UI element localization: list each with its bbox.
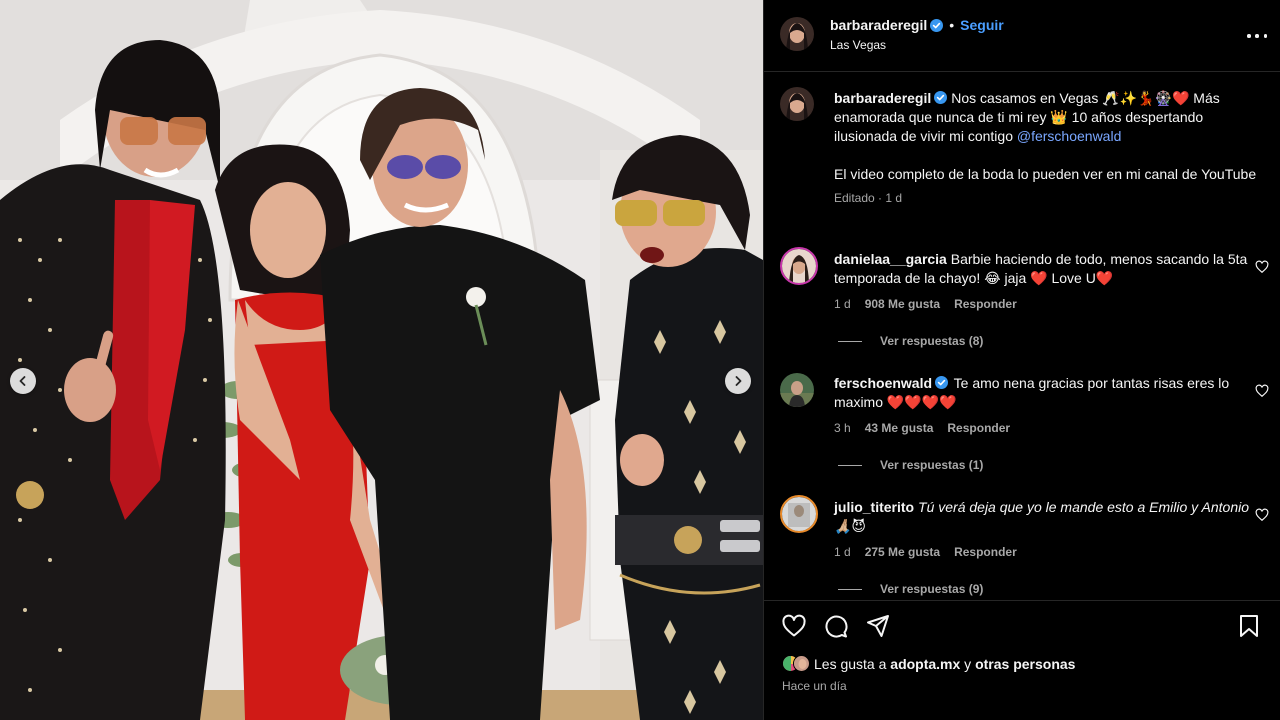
- comment-time[interactable]: 1 d: [834, 297, 851, 311]
- post-location[interactable]: Las Vegas: [830, 38, 886, 52]
- caption-mention-link[interactable]: @ferschoenwald: [1017, 128, 1122, 144]
- comment-meta: 1 d 908 Me gusta Responder: [834, 297, 1017, 311]
- dot-icon: [1255, 34, 1259, 38]
- save-button[interactable]: [1236, 613, 1262, 639]
- verified-badge-icon: [930, 18, 944, 32]
- view-replies-button[interactable]: Ver respuestas (9): [838, 582, 983, 596]
- caption-username[interactable]: barbaraderegil: [834, 90, 931, 106]
- view-replies-label: Ver respuestas (1): [880, 458, 984, 472]
- post-header: barbaraderegil • Seguir Las Vegas: [764, 0, 1280, 72]
- comment-meta: 1 d 275 Me gusta Responder: [834, 545, 1017, 559]
- comment-like-icon[interactable]: [1255, 260, 1269, 274]
- likes-mid: y: [960, 655, 976, 672]
- commenter-avatar[interactable]: [780, 495, 818, 533]
- like-button[interactable]: [781, 613, 807, 639]
- comment-like-icon[interactable]: [1255, 508, 1269, 522]
- comment-like-icon[interactable]: [1255, 384, 1269, 398]
- caption-avatar[interactable]: [780, 87, 814, 121]
- likes-prefix: Les gusta a: [814, 655, 891, 672]
- verified-badge-icon: [935, 376, 949, 389]
- carousel-next-button[interactable]: [725, 368, 751, 394]
- view-replies-label: Ver respuestas (9): [880, 582, 984, 596]
- chevron-right-icon: [735, 376, 742, 386]
- view-replies-button[interactable]: Ver respuestas (8): [838, 334, 983, 348]
- comment-time[interactable]: 1 d: [834, 545, 851, 559]
- caption-text-2: El video completo de la boda lo pueden v…: [834, 166, 1257, 182]
- commenter-avatar[interactable]: [780, 247, 818, 285]
- reply-button[interactable]: Responder: [954, 297, 1017, 311]
- caption-time[interactable]: 1 d: [885, 191, 902, 205]
- bookmark-icon: [1240, 615, 1258, 637]
- verified-badge-icon: [934, 91, 948, 104]
- follow-button[interactable]: Seguir: [960, 17, 1004, 33]
- view-replies-button[interactable]: Ver respuestas (1): [838, 458, 983, 472]
- more-options-button[interactable]: [1247, 26, 1267, 46]
- wedding-photo: [0, 0, 763, 720]
- post-age[interactable]: Hace un día: [782, 679, 847, 693]
- dot-icon: [1263, 34, 1267, 38]
- post-actions: Les gusta a adopta.mx y otras personas H…: [764, 600, 1280, 720]
- comment-text: ferschoenwald Te amo nena gracias por ta…: [834, 374, 1254, 412]
- likes-text[interactable]: Les gusta a adopta.mx y otras personas: [814, 656, 1075, 672]
- carousel-prev-button[interactable]: [10, 368, 36, 394]
- share-icon: [867, 615, 889, 637]
- likes-summary: Les gusta a adopta.mx y otras personas: [782, 655, 1075, 672]
- meta-separator: ·: [874, 191, 886, 205]
- post-photo[interactable]: [0, 0, 763, 720]
- view-replies-label: Ver respuestas (8): [880, 334, 984, 348]
- comment-likes[interactable]: 43 Me gusta: [865, 421, 934, 435]
- reply-button[interactable]: Responder: [954, 545, 1017, 559]
- edited-label: Editado: [834, 191, 875, 205]
- share-button[interactable]: [865, 613, 891, 639]
- instagram-post-view: barbaraderegil • Seguir Las Vegas barbar…: [0, 0, 1280, 720]
- liker-avatar[interactable]: [793, 655, 810, 672]
- reply-button[interactable]: Responder: [947, 421, 1010, 435]
- comment-button[interactable]: [823, 613, 849, 639]
- liker-username[interactable]: adopta.mx: [890, 656, 960, 672]
- post-caption: barbaraderegil Nos casamos en Vegas 🥂✨💃🎡❤…: [834, 89, 1264, 208]
- chevron-left-icon: [19, 376, 26, 386]
- likes-others[interactable]: otras personas: [975, 656, 1075, 672]
- comment-likes[interactable]: 908 Me gusta: [865, 297, 940, 311]
- dot-icon: [1247, 34, 1251, 38]
- comment-username[interactable]: julio_titerito: [834, 499, 914, 515]
- comment-meta: 3 h 43 Me gusta Responder: [834, 421, 1010, 435]
- dot-separator: •: [949, 17, 955, 33]
- replies-line: [838, 588, 862, 590]
- comment-time[interactable]: 3 h: [834, 421, 851, 435]
- caption-meta: Editado · 1 d: [834, 189, 1264, 208]
- commenter-avatar[interactable]: [780, 373, 814, 407]
- comment-username[interactable]: danielaa__garcia: [834, 251, 947, 267]
- post-side-panel: barbaraderegil • Seguir Las Vegas barbar…: [763, 0, 1280, 720]
- replies-line: [838, 464, 862, 466]
- heart-icon: [782, 614, 806, 637]
- comment-username[interactable]: ferschoenwald: [834, 375, 932, 391]
- author-avatar[interactable]: [780, 17, 814, 51]
- author-username[interactable]: barbaraderegil: [830, 17, 927, 33]
- replies-line: [838, 340, 862, 342]
- comment-text: danielaa__garcia Barbie haciendo de todo…: [834, 250, 1254, 288]
- comment-likes[interactable]: 275 Me gusta: [865, 545, 940, 559]
- comment-text: julio_titerito Tú verá deja que yo le ma…: [834, 498, 1254, 536]
- comment-icon: [825, 615, 848, 638]
